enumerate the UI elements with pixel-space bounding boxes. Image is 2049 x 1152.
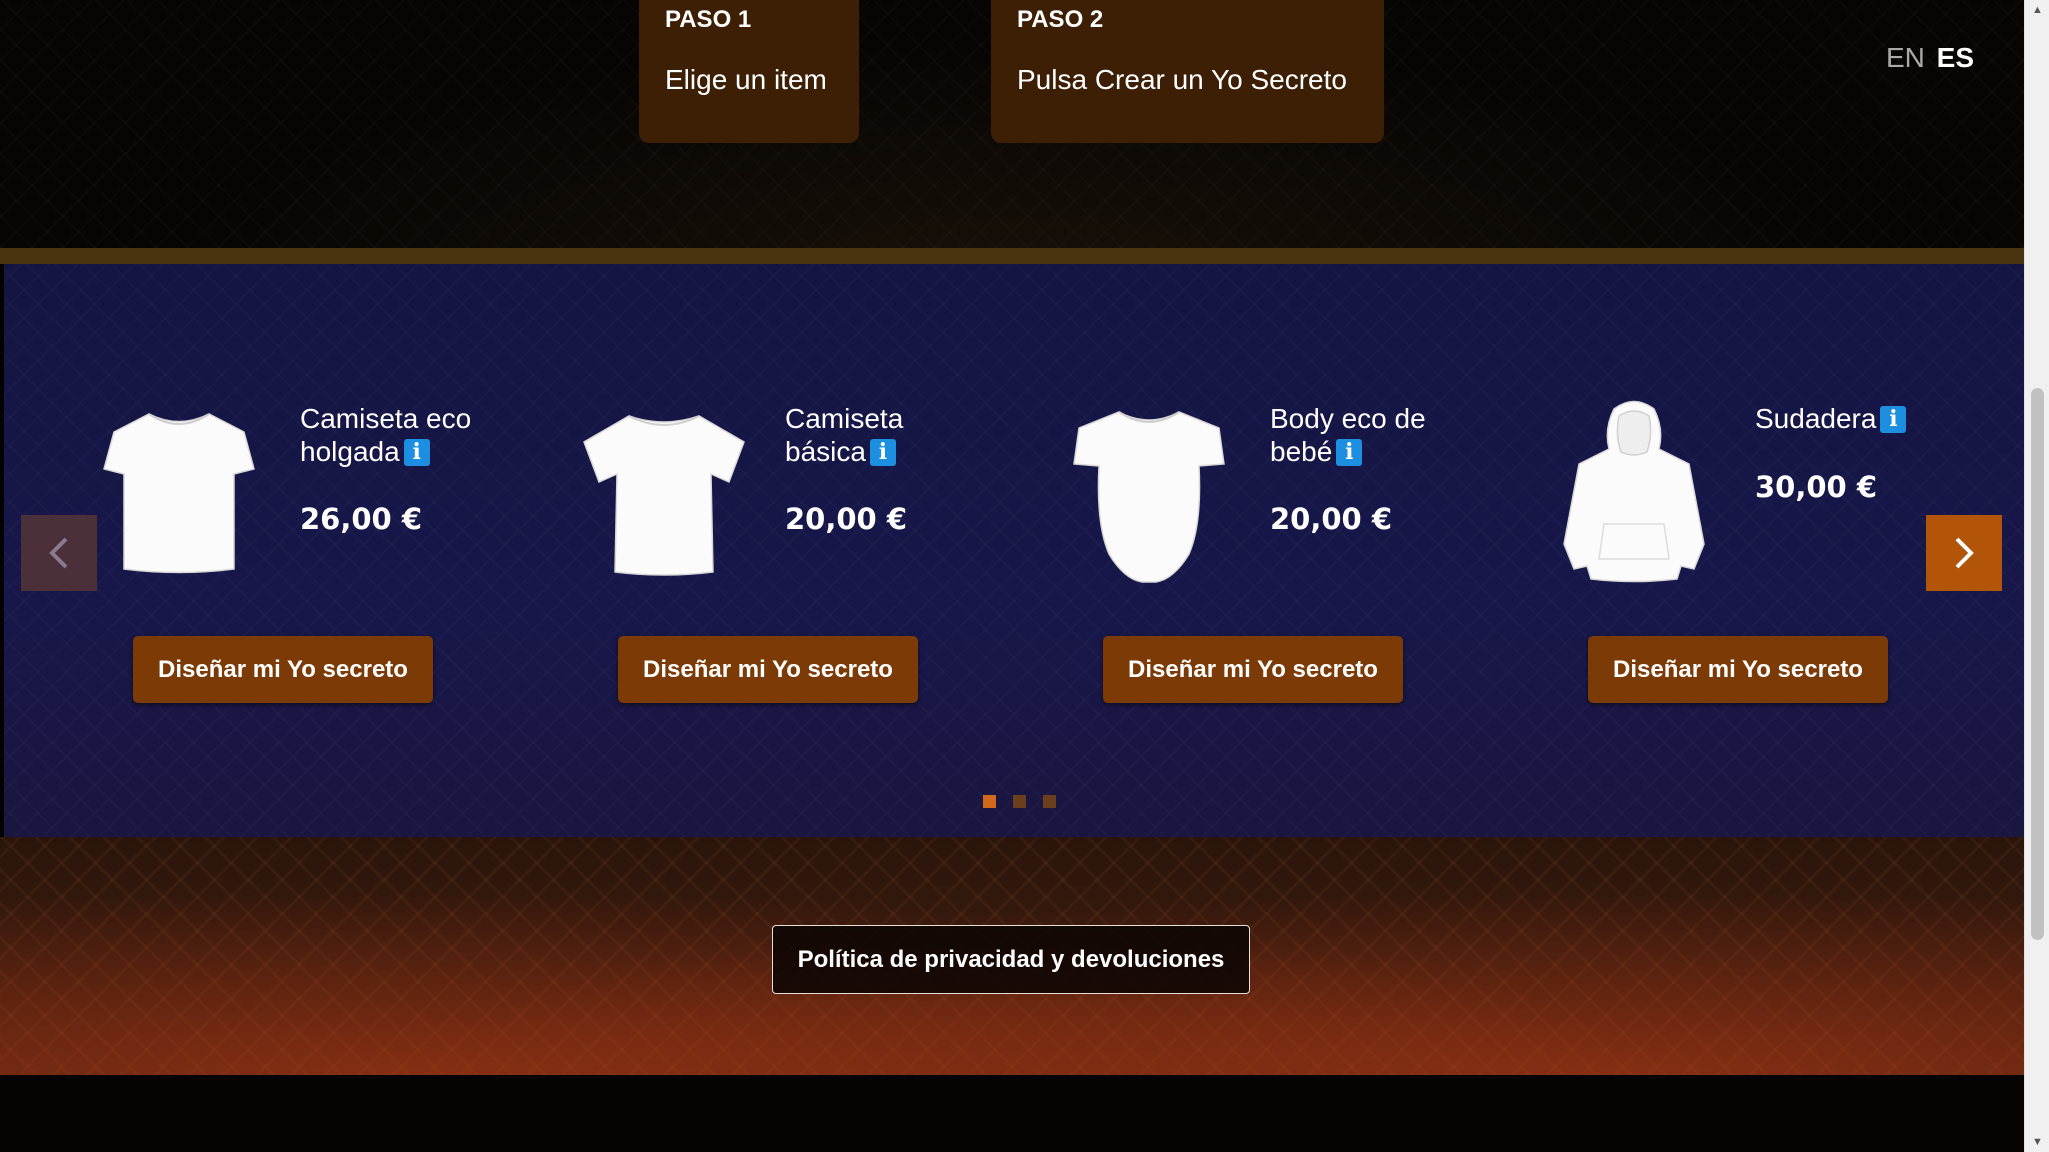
bottom-bar xyxy=(0,1075,2024,1152)
product-card: Camiseta eco holgada i 26,00 € Diseñar mi… xyxy=(4,264,489,734)
product-card: Sudadera i 30,00 € Diseñar mi Yo secreto xyxy=(1459,264,1944,734)
footer: Política de privacidad y devoluciones xyxy=(0,837,2024,1075)
product-title: Sudadera i xyxy=(1755,402,1955,435)
carousel-dot[interactable] xyxy=(983,795,996,808)
info-icon[interactable]: i xyxy=(1336,439,1363,466)
carousel-next-button[interactable] xyxy=(1926,515,2002,591)
scroll-up-icon[interactable]: ▲ xyxy=(2025,0,2049,20)
step-2-text: Pulsa Crear un Yo Secreto xyxy=(1017,64,1347,95)
product-carousel: Camiseta eco holgada i 26,00 € Diseñar mi… xyxy=(4,264,2024,837)
language-switcher: EN ES xyxy=(1882,42,1974,74)
carousel-dot[interactable] xyxy=(1043,795,1056,808)
tshirt-basic-icon xyxy=(583,415,745,576)
step-2-label: PASO 2 xyxy=(1017,6,1104,33)
carousel-prev-button[interactable] xyxy=(21,515,97,591)
info-icon[interactable]: i xyxy=(1880,406,1907,433)
baby-bodysuit-icon xyxy=(1073,411,1225,583)
page-scrollbar[interactable]: ▲ ▼ xyxy=(2024,0,2049,1152)
hoodie-icon xyxy=(1563,400,1705,583)
product-title: Body eco de bebé i xyxy=(1270,403,1426,467)
info-icon[interactable]: i xyxy=(403,439,430,466)
carousel-dot[interactable] xyxy=(1013,795,1026,808)
chevron-left-icon xyxy=(49,537,68,569)
section-divider xyxy=(0,248,2024,264)
product-price: 30,00 € xyxy=(1755,470,1878,504)
product-price: 26,00 € xyxy=(300,502,423,536)
language-en-link[interactable]: EN xyxy=(1886,42,1925,73)
carousel-pagination xyxy=(983,795,1056,808)
step-1-label: PASO 1 xyxy=(665,6,752,33)
info-icon[interactable]: i xyxy=(869,439,896,466)
steps-section: PASO 1 Elige un item PASO 2 Pulsa Crear … xyxy=(0,0,2024,248)
design-button[interactable]: Diseñar mi Yo secreto xyxy=(1588,636,1888,703)
product-price: 20,00 € xyxy=(1270,502,1393,536)
language-es-link[interactable]: ES xyxy=(1937,42,1974,73)
design-button[interactable]: Diseñar mi Yo secreto xyxy=(133,636,433,703)
product-title: Camiseta eco holgada i xyxy=(300,403,472,467)
scroll-down-icon[interactable]: ▼ xyxy=(2025,1132,2049,1152)
product-price: 20,00 € xyxy=(785,502,908,536)
step-1-text: Elige un item xyxy=(665,64,827,95)
privacy-policy-button[interactable]: Política de privacidad y devoluciones xyxy=(772,925,1250,994)
product-card: Camiseta básica i 20,00 € Diseñar mi Yo s… xyxy=(489,264,974,734)
page: PASO 1 Elige un item PASO 2 Pulsa Crear … xyxy=(0,0,2024,1152)
product-title: Camiseta básica i xyxy=(785,403,904,467)
scrollbar-thumb[interactable] xyxy=(2031,388,2044,940)
design-button[interactable]: Diseñar mi Yo secreto xyxy=(618,636,918,703)
step-1-card: PASO 1 Elige un item xyxy=(639,0,859,143)
step-2-card: PASO 2 Pulsa Crear un Yo Secreto xyxy=(991,0,1384,143)
design-button[interactable]: Diseñar mi Yo secreto xyxy=(1103,636,1403,703)
chevron-right-icon xyxy=(1955,537,1974,569)
tshirt-relaxed-icon xyxy=(103,413,255,574)
product-card: Body eco de bebé i 20,00 € Diseñar mi Yo … xyxy=(974,264,1459,734)
